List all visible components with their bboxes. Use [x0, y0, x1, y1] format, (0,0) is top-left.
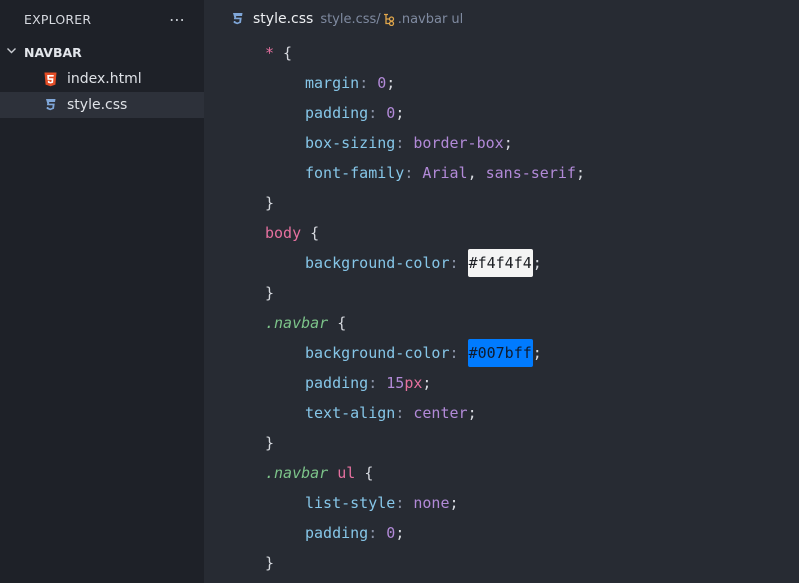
file-label: style.css — [67, 97, 128, 113]
brace: { — [355, 464, 374, 482]
code-line: background-color: #f4f4f4; — [265, 248, 585, 278]
value: Arial — [422, 164, 468, 182]
css3-icon — [229, 11, 245, 27]
value: 0 — [386, 524, 396, 542]
property: background-color — [305, 344, 450, 362]
code-content[interactable]: * { margin: 0; padding: 0; box-sizing: b… — [265, 38, 585, 578]
breadcrumb-file[interactable]: style.css — [253, 11, 313, 27]
colon: : — [395, 134, 414, 152]
property: padding — [305, 524, 369, 542]
value: border-box — [413, 134, 504, 152]
code-line: .navbar { — [265, 308, 585, 338]
html5-icon — [42, 71, 58, 87]
brace: } — [265, 284, 275, 302]
colon: : — [359, 74, 378, 92]
brace: { — [301, 224, 320, 242]
semicolon: ; — [395, 524, 405, 542]
symbol-rule-icon — [382, 12, 396, 26]
selector: * — [265, 44, 275, 62]
brace: } — [265, 554, 275, 572]
code-line: } — [265, 278, 585, 308]
semicolon: ; — [467, 404, 477, 422]
colon: : — [395, 494, 414, 512]
colon: : — [368, 104, 387, 122]
css3-icon — [42, 97, 58, 113]
semicolon: ; — [575, 164, 585, 182]
code-line: list-style: none; — [265, 488, 585, 518]
explorer-header: EXPLORER ⋯ — [0, 0, 204, 38]
property: padding — [305, 374, 369, 392]
value: none — [413, 494, 450, 512]
breadcrumb-path[interactable]: style.css/ — [320, 12, 380, 27]
breadcrumb-selector[interactable]: .navbar ul — [398, 12, 464, 27]
file-label: index.html — [67, 71, 142, 87]
colon: : — [395, 404, 414, 422]
value: sans-serif — [485, 164, 576, 182]
code-line: } — [265, 428, 585, 458]
vscode-window: EXPLORER ⋯ NAVBAR index.html style.css s… — [0, 0, 799, 583]
color-swatch-value[interactable]: #f4f4f4 — [467, 248, 533, 277]
semicolon: ; — [532, 344, 542, 362]
number: 15 — [386, 374, 405, 392]
colon: : — [449, 344, 468, 362]
folder-navbar[interactable]: NAVBAR — [0, 38, 204, 66]
property: margin — [305, 74, 360, 92]
semicolon: ; — [386, 74, 396, 92]
selector: body — [265, 224, 302, 242]
value: 0 — [377, 74, 387, 92]
brace: { — [274, 44, 293, 62]
property: font-family — [305, 164, 405, 182]
code-line: padding: 0; — [265, 518, 585, 548]
property: padding — [305, 104, 369, 122]
property: text-align — [305, 404, 396, 422]
value: center — [413, 404, 468, 422]
code-line: text-align: center; — [265, 398, 585, 428]
explorer-sidebar: EXPLORER ⋯ NAVBAR index.html style.css — [0, 0, 204, 583]
code-line: padding: 0; — [265, 98, 585, 128]
property: list-style — [305, 494, 396, 512]
property: box-sizing — [305, 134, 396, 152]
selector: ul — [337, 464, 356, 482]
brace: { — [328, 314, 347, 332]
semicolon: ; — [395, 104, 405, 122]
code-line: font-family: Arial, sans-serif; — [265, 158, 585, 188]
code-line: body { — [265, 218, 585, 248]
semicolon: ; — [449, 494, 459, 512]
comma: , — [467, 164, 486, 182]
colon: : — [368, 524, 387, 542]
code-line: .navbar ul { — [265, 458, 585, 488]
semicolon: ; — [503, 134, 513, 152]
code-line: } — [265, 548, 585, 578]
file-item-index-html[interactable]: index.html — [0, 66, 204, 92]
colon: : — [368, 374, 387, 392]
breadcrumb: style.css style.css/ .navbar ul — [204, 0, 799, 38]
code-line: margin: 0; — [265, 68, 585, 98]
code-line: box-sizing: border-box; — [265, 128, 585, 158]
unit: px — [404, 374, 423, 392]
brace: } — [265, 194, 275, 212]
property: background-color — [305, 254, 450, 272]
code-line: background-color: #007bff; — [265, 338, 585, 368]
more-actions-icon[interactable]: ⋯ — [169, 10, 186, 29]
semicolon: ; — [422, 374, 432, 392]
code-editor[interactable]: style.css style.css/ .navbar ul * { marg… — [204, 0, 799, 583]
class-selector: .navbar — [265, 314, 329, 332]
color-swatch-value[interactable]: #007bff — [467, 338, 533, 367]
code-line: * { — [265, 38, 585, 68]
chevron-down-icon[interactable] — [6, 45, 20, 59]
explorer-title: EXPLORER — [24, 11, 92, 27]
brace: } — [265, 434, 275, 452]
semicolon: ; — [532, 254, 542, 272]
code-line: } — [265, 188, 585, 218]
colon: : — [404, 164, 423, 182]
value: 0 — [386, 104, 396, 122]
file-item-style-css[interactable]: style.css — [0, 92, 204, 118]
class-selector: .navbar — [265, 464, 329, 482]
folder-label: NAVBAR — [24, 44, 82, 60]
colon: : — [449, 254, 468, 272]
code-line: padding: 15px; — [265, 368, 585, 398]
